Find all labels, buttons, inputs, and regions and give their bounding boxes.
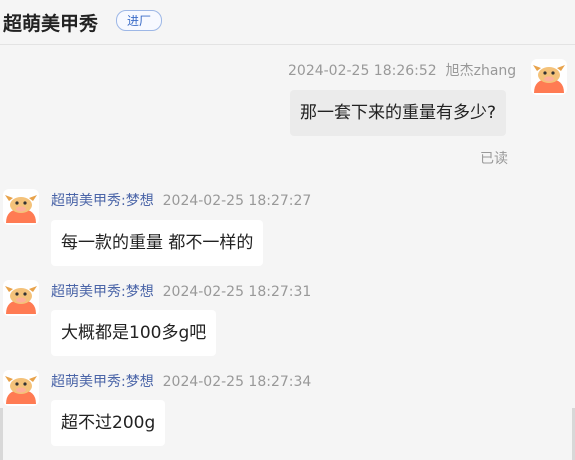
avatar[interactable] (531, 59, 567, 95)
cartoon-cow-avatar-icon (5, 286, 37, 314)
message-timestamp: 2024-02-25 18:27:31 (162, 284, 312, 300)
scrollbar-left[interactable] (0, 408, 3, 460)
chat-title: 超萌美甲秀 (3, 13, 99, 35)
avatar[interactable] (3, 370, 39, 406)
message-sender[interactable]: 超萌美甲秀:梦想 (51, 284, 154, 300)
cartoon-cow-avatar-icon (5, 195, 37, 223)
cartoon-cow-avatar-icon (533, 65, 565, 93)
message-meta: 2024-02-25 18:26:52 旭杰zhang (288, 60, 516, 80)
shop-badge[interactable]: 进厂 (116, 10, 163, 31)
chat-header: 超萌美甲秀 进厂 (0, 0, 575, 45)
message-timestamp: 2024-02-25 18:27:34 (162, 374, 312, 390)
message-sender[interactable]: 超萌美甲秀:梦想 (51, 374, 154, 390)
message-bubble[interactable]: 每一款的重量 都不一样的 (51, 220, 264, 266)
message-sender: 旭杰zhang (445, 63, 517, 79)
message-bubble[interactable]: 那一套下来的重量有多少? (290, 90, 507, 136)
message-meta: 超萌美甲秀:梦想 2024-02-25 18:27:34 (51, 371, 311, 391)
avatar[interactable] (3, 189, 39, 225)
avatar[interactable] (3, 280, 39, 316)
message-timestamp: 2024-02-25 18:27:27 (162, 193, 312, 209)
read-status: 已读 (480, 151, 508, 167)
message-bubble[interactable]: 大概都是100多g吧 (51, 310, 217, 356)
message-bubble[interactable]: 超不过200g (51, 400, 166, 446)
message-timestamp: 2024-02-25 18:26:52 (288, 63, 437, 79)
message-meta: 超萌美甲秀:梦想 2024-02-25 18:27:27 (51, 190, 311, 210)
message-meta: 超萌美甲秀:梦想 2024-02-25 18:27:31 (51, 281, 311, 301)
cartoon-cow-avatar-icon (5, 376, 37, 404)
message-sender[interactable]: 超萌美甲秀:梦想 (51, 193, 154, 209)
